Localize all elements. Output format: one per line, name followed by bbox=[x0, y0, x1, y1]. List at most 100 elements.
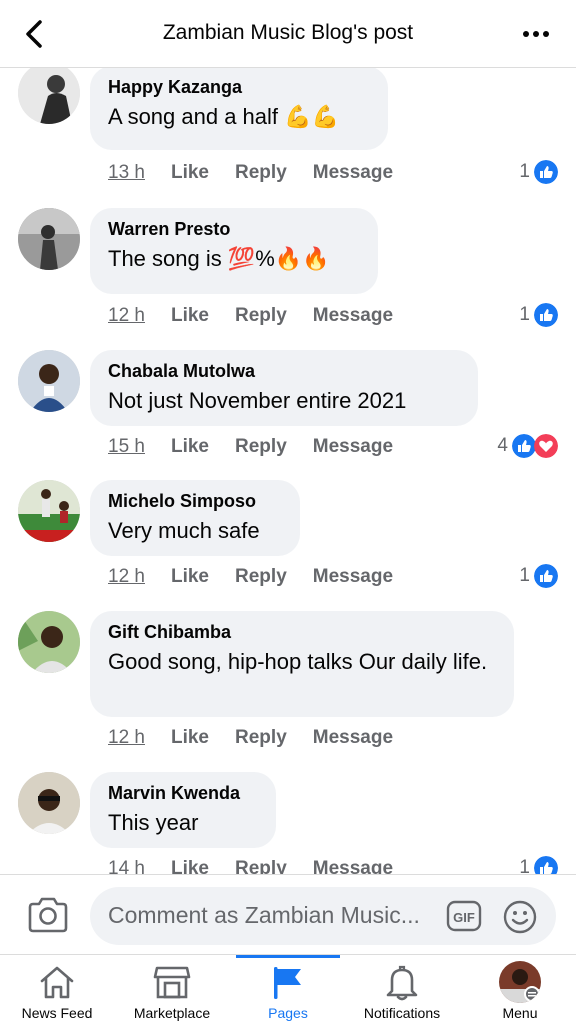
like-button[interactable]: Like bbox=[171, 162, 209, 184]
flag-icon bbox=[274, 967, 301, 999]
reactions[interactable]: 1 bbox=[519, 855, 558, 874]
reaction-count: 1 bbox=[519, 565, 530, 586]
reply-button[interactable]: Reply bbox=[235, 727, 287, 749]
comment-composer: Comment as Zambian Music... GIF bbox=[0, 874, 576, 954]
tab-pages[interactable]: Pages bbox=[236, 955, 340, 1024]
comment-bubble: Gift Chibamba Good song, hip-hop talks O… bbox=[90, 611, 514, 717]
comment-author[interactable]: Marvin Kwenda bbox=[108, 782, 258, 804]
camera-icon bbox=[28, 897, 68, 933]
tab-menu[interactable]: Menu bbox=[464, 955, 576, 1024]
comment-text: The song is 💯%🔥🔥 bbox=[108, 246, 330, 271]
comment-bubble: Happy Kazanga A song and a half 💪💪 bbox=[90, 68, 388, 150]
love-reaction-icon bbox=[534, 434, 558, 458]
avatar[interactable] bbox=[18, 611, 80, 673]
marketplace-icon bbox=[153, 966, 191, 999]
comment-input[interactable]: Comment as Zambian Music... GIF bbox=[90, 887, 556, 945]
tab-marketplace[interactable]: Marketplace bbox=[114, 955, 230, 1024]
comment-time[interactable]: 12 h bbox=[108, 566, 145, 588]
comment-text: Very much safe bbox=[108, 518, 260, 543]
comment-actions: 14 h Like Reply Message bbox=[108, 858, 419, 874]
comment-text: Not just November entire 2021 bbox=[108, 388, 407, 413]
emoji-button[interactable] bbox=[502, 899, 538, 935]
message-button[interactable]: Message bbox=[313, 858, 393, 874]
comment-actions: 12 h Like Reply Message bbox=[108, 566, 419, 588]
reaction-count: 4 bbox=[497, 435, 508, 456]
message-button[interactable]: Message bbox=[313, 162, 393, 184]
top-bar: Zambian Music Blog's post bbox=[0, 0, 576, 68]
comment-placeholder: Comment as Zambian Music... bbox=[108, 902, 420, 928]
reaction-count: 1 bbox=[519, 304, 530, 325]
tab-notifications[interactable]: Notifications bbox=[346, 955, 458, 1024]
comment-text: A song and a half 💪💪 bbox=[108, 104, 339, 129]
comment-text: Good song, hip-hop talks Our daily life. bbox=[108, 649, 488, 674]
comment-actions: 13 h Like Reply Message bbox=[108, 162, 419, 184]
comment-author[interactable]: Chabala Mutolwa bbox=[108, 360, 460, 382]
avatar[interactable] bbox=[18, 68, 80, 124]
page-title: Zambian Music Blog's post bbox=[162, 21, 414, 44]
bell-icon bbox=[386, 965, 418, 1001]
comment-bubble: Michelo Simposo Very much safe bbox=[90, 480, 300, 556]
tab-label: Pages bbox=[268, 1005, 308, 1021]
reactions[interactable]: 1 bbox=[519, 302, 558, 328]
message-button[interactable]: Message bbox=[313, 305, 393, 327]
comment-text: This year bbox=[108, 810, 199, 835]
tab-label: Marketplace bbox=[133, 1005, 211, 1021]
tab-label: Notifications bbox=[363, 1005, 441, 1021]
reaction-count: 1 bbox=[519, 857, 530, 874]
message-button[interactable]: Message bbox=[313, 436, 393, 458]
tab-label: Menu bbox=[502, 1005, 538, 1021]
bottom-navigation: News Feed Marketplace Pages Notification… bbox=[0, 954, 576, 1024]
reactions[interactable]: 4 bbox=[497, 433, 558, 459]
like-button[interactable]: Like bbox=[171, 858, 209, 874]
comment-author[interactable]: Warren Presto bbox=[108, 218, 360, 240]
like-reaction-icon bbox=[512, 434, 536, 458]
reactions[interactable]: 1 bbox=[519, 563, 558, 589]
gif-button[interactable]: GIF bbox=[446, 899, 482, 933]
like-reaction-icon bbox=[534, 564, 558, 588]
comment-time[interactable]: 14 h bbox=[108, 858, 145, 874]
message-button[interactable]: Message bbox=[313, 727, 393, 749]
comment-time[interactable]: 12 h bbox=[108, 727, 145, 749]
comment-actions: 12 h Like Reply Message bbox=[108, 727, 419, 749]
like-button[interactable]: Like bbox=[171, 727, 209, 749]
comment-bubble: Chabala Mutolwa Not just November entire… bbox=[90, 350, 478, 426]
comment-time[interactable]: 15 h bbox=[108, 436, 145, 458]
avatar[interactable] bbox=[18, 772, 80, 834]
avatar[interactable] bbox=[18, 480, 80, 542]
avatar bbox=[499, 961, 541, 1003]
comment-actions: 15 h Like Reply Message bbox=[108, 436, 419, 458]
tab-label: News Feed bbox=[21, 1005, 93, 1021]
comment-time[interactable]: 12 h bbox=[108, 305, 145, 327]
comment-author[interactable]: Gift Chibamba bbox=[108, 621, 496, 643]
reply-button[interactable]: Reply bbox=[235, 162, 287, 184]
reply-button[interactable]: Reply bbox=[235, 305, 287, 327]
like-button[interactable]: Like bbox=[171, 436, 209, 458]
like-reaction-icon bbox=[534, 303, 558, 327]
reply-button[interactable]: Reply bbox=[235, 436, 287, 458]
avatar[interactable] bbox=[18, 350, 80, 412]
comment-author[interactable]: Michelo Simposo bbox=[108, 490, 282, 512]
gif-icon: GIF bbox=[446, 900, 482, 932]
like-reaction-icon bbox=[534, 856, 558, 874]
camera-button[interactable] bbox=[26, 895, 70, 935]
like-reaction-icon bbox=[534, 160, 558, 184]
tab-news-feed[interactable]: News Feed bbox=[0, 955, 114, 1024]
more-icon bbox=[523, 31, 549, 37]
message-button[interactable]: Message bbox=[313, 566, 393, 588]
comment-time[interactable]: 13 h bbox=[108, 162, 145, 184]
home-icon bbox=[40, 966, 74, 999]
comment-actions: 12 h Like Reply Message bbox=[108, 305, 419, 327]
reactions[interactable]: 1 bbox=[519, 159, 558, 185]
reply-button[interactable]: Reply bbox=[235, 858, 287, 874]
comment-bubble: Warren Presto The song is 💯%🔥🔥 bbox=[90, 208, 378, 294]
reaction-count: 1 bbox=[519, 161, 530, 182]
more-options-button[interactable] bbox=[518, 22, 554, 46]
comment-bubble: Marvin Kwenda This year bbox=[90, 772, 276, 848]
avatar[interactable] bbox=[18, 208, 80, 270]
emoji-icon bbox=[503, 900, 537, 934]
comment-author[interactable]: Happy Kazanga bbox=[108, 76, 370, 98]
like-button[interactable]: Like bbox=[171, 305, 209, 327]
like-button[interactable]: Like bbox=[171, 566, 209, 588]
comments-list: Happy Kazanga A song and a half 💪💪 13 h L… bbox=[0, 68, 576, 874]
reply-button[interactable]: Reply bbox=[235, 566, 287, 588]
